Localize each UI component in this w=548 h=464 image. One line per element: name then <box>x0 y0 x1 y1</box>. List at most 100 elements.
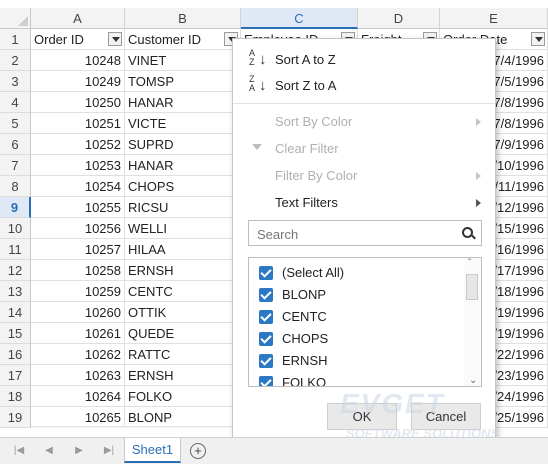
order-id-cell[interactable]: 10256 <box>31 218 125 239</box>
customer-id-cell[interactable]: RICSU <box>125 197 241 218</box>
first-sheet-icon[interactable]: |◀ <box>6 438 32 464</box>
row-header[interactable]: 17 <box>0 365 31 386</box>
checkbox-checked-icon[interactable] <box>259 376 273 386</box>
row-header[interactable]: 10 <box>0 218 31 239</box>
customer-id-cell[interactable]: HANAR <box>125 92 241 113</box>
filter-value-item[interactable]: FOLKO <box>249 372 459 386</box>
row-header[interactable]: 11 <box>0 239 31 260</box>
scroll-down-icon[interactable]: ⌄ <box>469 375 477 386</box>
customer-id-cell[interactable]: VICTE <box>125 113 241 134</box>
column-title-cell[interactable]: Order ID <box>31 29 125 50</box>
previous-sheet-icon[interactable]: ◀ <box>36 438 62 464</box>
checkbox-checked-icon[interactable] <box>259 332 273 346</box>
column-header-a[interactable]: A <box>31 8 125 29</box>
order-id-cell[interactable]: 10260 <box>31 302 125 323</box>
column-header-e[interactable]: E <box>440 8 548 29</box>
row-header[interactable]: 6 <box>0 134 31 155</box>
row-header[interactable]: 8 <box>0 176 31 197</box>
order-id-cell[interactable]: 10262 <box>31 344 125 365</box>
filter-dropdown-icon[interactable] <box>531 32 545 46</box>
cancel-button[interactable]: Cancel <box>411 403 481 430</box>
customer-id-cell[interactable]: QUEDE <box>125 323 241 344</box>
horizontal-scrollbar[interactable]: ‹ <box>31 425 236 428</box>
customer-id-cell[interactable]: HANAR <box>125 155 241 176</box>
column-header-d[interactable]: D <box>358 8 440 29</box>
sheet-tab[interactable]: Sheet1 <box>124 438 181 463</box>
row-header[interactable]: 13 <box>0 281 31 302</box>
order-id-cell[interactable]: 10255 <box>31 197 125 218</box>
filter-value-item[interactable]: CHOPS <box>249 328 459 350</box>
scrollbar-thumb[interactable] <box>466 274 478 300</box>
row-header[interactable]: 9 <box>0 197 31 218</box>
add-sheet-icon[interactable]: + <box>190 443 206 459</box>
customer-id-cell[interactable]: VINET <box>125 50 241 71</box>
row-header[interactable]: 19 <box>0 407 31 428</box>
order-id-cell[interactable]: 10258 <box>31 260 125 281</box>
customer-id-cell[interactable]: BLONP <box>125 407 241 428</box>
next-sheet-icon[interactable]: ▶ <box>66 438 92 464</box>
order-id-cell[interactable]: 10265 <box>31 407 125 428</box>
customer-id-cell-text: RATTC <box>128 347 171 362</box>
row-header[interactable]: 16 <box>0 344 31 365</box>
order-id-cell[interactable]: 10252 <box>31 134 125 155</box>
filter-by-color-item[interactable]: Filter By Color <box>233 163 495 189</box>
customer-id-cell[interactable]: HILAA <box>125 239 241 260</box>
row-header[interactable]: 3 <box>0 71 31 92</box>
clear-filter-item[interactable]: Clear Filter <box>233 136 495 162</box>
scroll-up-icon[interactable]: ˆ <box>468 258 471 269</box>
row-header[interactable]: 1 <box>0 29 31 50</box>
customer-id-cell[interactable]: CHOPS <box>125 176 241 197</box>
customer-id-cell[interactable]: ERNSH <box>125 365 241 386</box>
order-id-cell[interactable]: 10261 <box>31 323 125 344</box>
row-header[interactable]: 2 <box>0 50 31 71</box>
select-all-corner[interactable] <box>0 8 31 29</box>
order-id-cell[interactable]: 10254 <box>31 176 125 197</box>
ok-button[interactable]: OK <box>327 403 397 430</box>
column-header-c[interactable]: C <box>241 8 358 29</box>
last-sheet-icon[interactable]: ▶| <box>96 438 122 464</box>
row-header[interactable]: 5 <box>0 113 31 134</box>
row-header[interactable]: 4 <box>0 92 31 113</box>
checkbox-checked-icon[interactable] <box>259 266 273 280</box>
customer-id-cell[interactable]: SUPRD <box>125 134 241 155</box>
customer-id-cell[interactable]: FOLKO <box>125 386 241 407</box>
customer-id-cell[interactable]: ERNSH <box>125 260 241 281</box>
filter-value-item[interactable]: CENTC <box>249 306 459 328</box>
customer-id-cell[interactable]: OTTIK <box>125 302 241 323</box>
list-vertical-scrollbar[interactable]: ˆ ⌄ <box>464 258 481 386</box>
order-id-cell[interactable]: 10250 <box>31 92 125 113</box>
text-filters-item[interactable]: Text Filters <box>233 190 495 216</box>
scroll-left-icon[interactable]: ‹ <box>35 425 38 428</box>
sort-a-to-z-item[interactable]: AZ ↓ Sort A to Z <box>233 47 495 73</box>
filter-value-item[interactable]: ERNSH <box>249 350 459 372</box>
order-id-cell[interactable]: 10253 <box>31 155 125 176</box>
column-header-b[interactable]: B <box>125 8 241 29</box>
order-id-cell[interactable]: 10251 <box>31 113 125 134</box>
sort-z-to-a-item[interactable]: ZA ↓ Sort Z to A <box>233 73 495 99</box>
customer-id-cell[interactable]: RATTC <box>125 344 241 365</box>
customer-id-cell[interactable]: WELLI <box>125 218 241 239</box>
filter-dropdown-icon[interactable] <box>108 32 122 46</box>
order-id-cell[interactable]: 10263 <box>31 365 125 386</box>
sort-by-color-item[interactable]: Sort By Color <box>233 109 495 135</box>
search-input[interactable] <box>255 222 459 246</box>
row-header[interactable]: 14 <box>0 302 31 323</box>
order-id-cell[interactable]: 10264 <box>31 386 125 407</box>
row-header[interactable]: 7 <box>0 155 31 176</box>
row-header[interactable]: 15 <box>0 323 31 344</box>
checkbox-checked-icon[interactable] <box>259 288 273 302</box>
order-id-cell[interactable]: 10257 <box>31 239 125 260</box>
row-header[interactable]: 12 <box>0 260 31 281</box>
order-id-cell[interactable]: 10259 <box>31 281 125 302</box>
checkbox-checked-icon[interactable] <box>259 310 273 324</box>
filter-value-item[interactable]: BLONP <box>249 284 459 306</box>
order-id-cell[interactable]: 10248 <box>31 50 125 71</box>
filter-value-item[interactable]: (Select All) <box>249 262 459 284</box>
customer-id-cell[interactable]: CENTC <box>125 281 241 302</box>
checkbox-checked-icon[interactable] <box>259 354 273 368</box>
customer-id-cell[interactable]: TOMSP <box>125 71 241 92</box>
column-title-cell[interactable]: Customer ID <box>125 29 241 50</box>
row-header[interactable]: 18 <box>0 386 31 407</box>
customer-id-cell-text: BLONP <box>128 410 173 425</box>
order-id-cell[interactable]: 10249 <box>31 71 125 92</box>
